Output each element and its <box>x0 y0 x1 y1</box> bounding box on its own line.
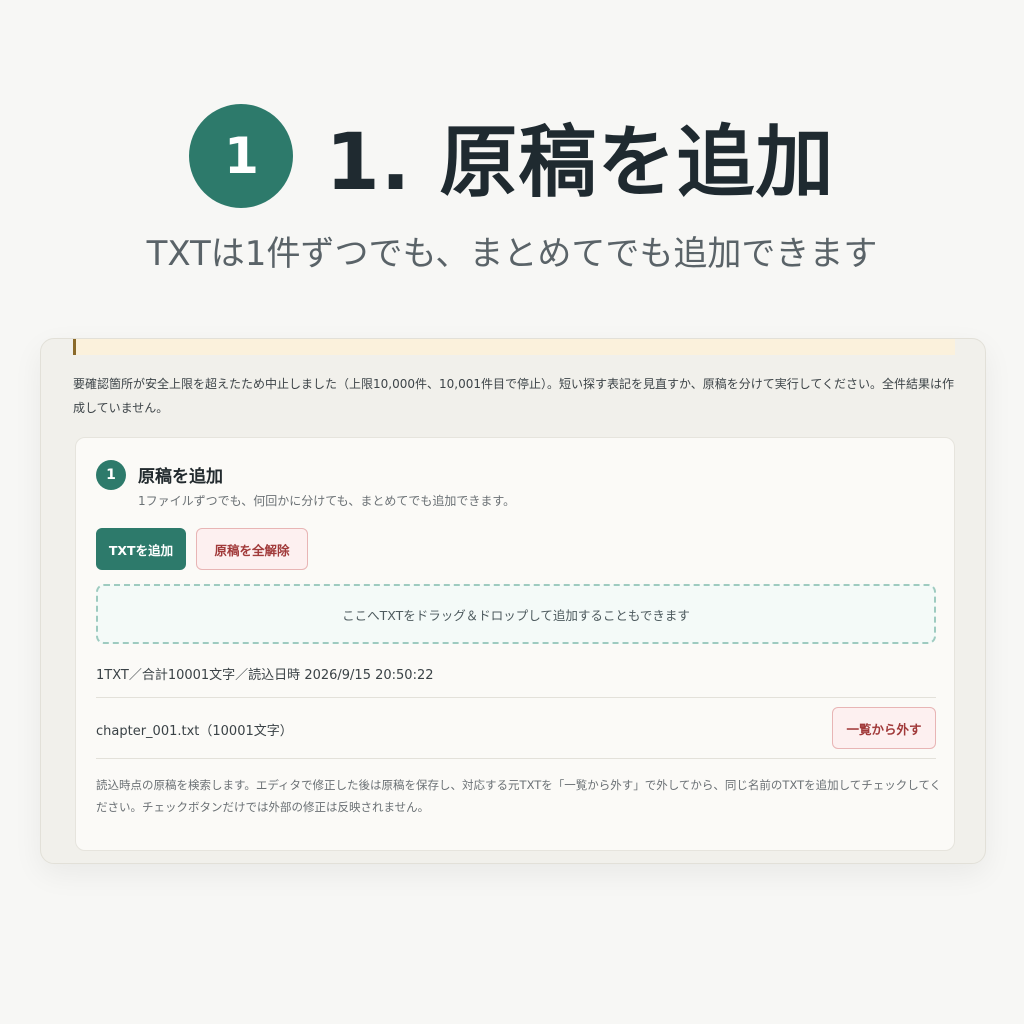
step-badge: 1 <box>96 460 126 490</box>
file-name: chapter_001.txt（10001文字） <box>96 724 293 739</box>
help-note: 読込時点の原稿を検索します。エディタで修正した後は原稿を保存し、対応する元TXT… <box>96 778 942 814</box>
hero-section: 1 1. 原稿を追加 TXTは1件ずつでも、まとめてでも追加できます <box>0 0 1024 300</box>
add-manuscript-card: 1 原稿を追加 1ファイルずつでも、何回かに分けても、まとめてでも追加できます。… <box>75 437 955 851</box>
remove-from-list-button[interactable]: 一覧から外す <box>832 707 936 749</box>
clear-all-button[interactable]: 原稿を全解除 <box>196 528 308 570</box>
hero-title-row: 1 1. 原稿を追加 <box>0 100 1024 212</box>
files-summary: 1TXT／合計10001文字／読込日時 2026/9/15 20:50:22 <box>96 668 434 683</box>
file-list-item: chapter_001.txt（10001文字） 一覧から外す <box>96 698 936 758</box>
card-title: 原稿を追加 <box>138 467 223 487</box>
card-description: 1ファイルずつでも、何回かに分けても、まとめてでも追加できます。 <box>138 494 516 508</box>
hero-subtitle: TXTは1件ずつでも、まとめてでも追加できます <box>146 234 878 274</box>
drop-zone[interactable]: ここへTXTをドラッグ＆ドロップして追加することもできます <box>96 584 936 644</box>
hero-step-badge: 1 <box>189 104 294 208</box>
app-panel: 要確認箇所が安全上限を超えたため中止しました（上限10,000件、10,001件… <box>40 338 986 864</box>
warning-message: 要確認箇所が安全上限を超えたため中止しました（上限10,000件、10,001件… <box>73 377 955 415</box>
divider <box>96 758 936 759</box>
warning-banner <box>73 339 955 355</box>
add-txt-button[interactable]: TXTを追加 <box>96 528 186 570</box>
hero-title: 1. 原稿を追加 <box>325 118 835 208</box>
